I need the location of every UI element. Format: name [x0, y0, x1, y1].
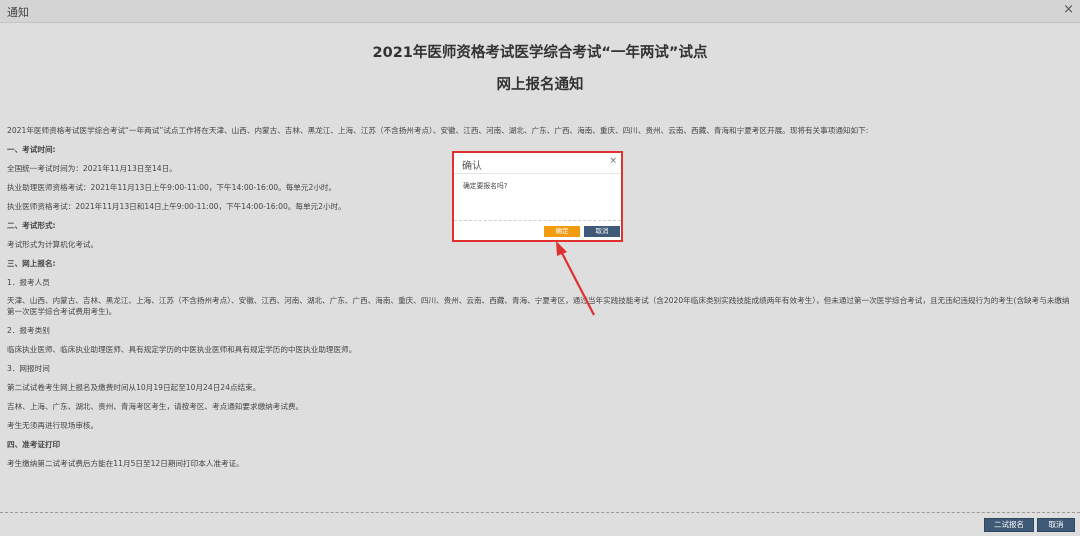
notice-section-heading: 三、网上报名: [7, 259, 56, 268]
notice-subheading: 1．报考人员 [7, 278, 50, 287]
notice-content: 2021年医师资格考试医学综合考试“一年两试”试点 网上报名通知 2021年医师… [0, 23, 1080, 511]
dialog-ok-button[interactable]: 确定 [544, 226, 580, 237]
notice-subtitle: 网上报名通知 [496, 77, 584, 93]
notice-paragraph: 考生无须再进行现场审核。 [7, 421, 99, 430]
window-title: 通知 [7, 6, 29, 19]
notice-title: 2021年医师资格考试医学综合考试“一年两试”试点 [372, 45, 708, 61]
notice-paragraph: 第二试试卷考生网上报名及缴费时间从10月19日起至10月24日24点结束。 [7, 383, 261, 392]
dialog-divider [454, 220, 621, 221]
window-close-icon[interactable]: × [1063, 2, 1074, 17]
notice-subheading: 3．网报时间 [7, 364, 50, 373]
notice-section-heading: 四、准考证打印 [7, 440, 61, 449]
window-titlebar: 通知 × [0, 0, 1080, 23]
dialog-title-divider [454, 173, 621, 174]
dialog-cancel-button[interactable]: 取消 [584, 226, 620, 237]
notice-subheading: 2．报考类别 [7, 326, 50, 335]
footer-cancel-button[interactable]: 取消 [1037, 518, 1075, 532]
notice-paragraph: 吉林、上海、广东、湖北、贵州、青海考区考生，请按考区、考点通知要求缴纳考试费。 [7, 402, 304, 411]
dialog-close-icon[interactable]: × [609, 156, 617, 166]
window-footer: 二试报名 取消 [0, 513, 1080, 536]
notice-paragraph: 2021年医师资格考试医学综合考试“一年两试”试点工作将在天津、山西、内蒙古、吉… [7, 126, 869, 135]
notice-paragraph: 临床执业医师、临床执业助理医师、具有规定学历的中医执业医师和具有规定学历的中医执… [7, 345, 357, 354]
notice-window: 通知 × 2021年医师资格考试医学综合考试“一年两试”试点 网上报名通知 20… [0, 0, 1080, 536]
dialog-message: 确定要报名吗? [463, 182, 508, 190]
dialog-title: 确认 [462, 161, 482, 172]
notice-paragraph: 考生缴纳第二试考试费后方能在11月5日至12日期间打印本人准考证。 [7, 459, 244, 468]
notice-paragraph: 天津、山西、内蒙古、吉林、黑龙江、上海、江苏（不含扬州考点）、安徽、江西、河南、… [7, 296, 1070, 316]
second-exam-register-button[interactable]: 二试报名 [984, 518, 1034, 532]
confirm-dialog: 确认 × 确定要报名吗? 确定 取消 [452, 151, 623, 242]
